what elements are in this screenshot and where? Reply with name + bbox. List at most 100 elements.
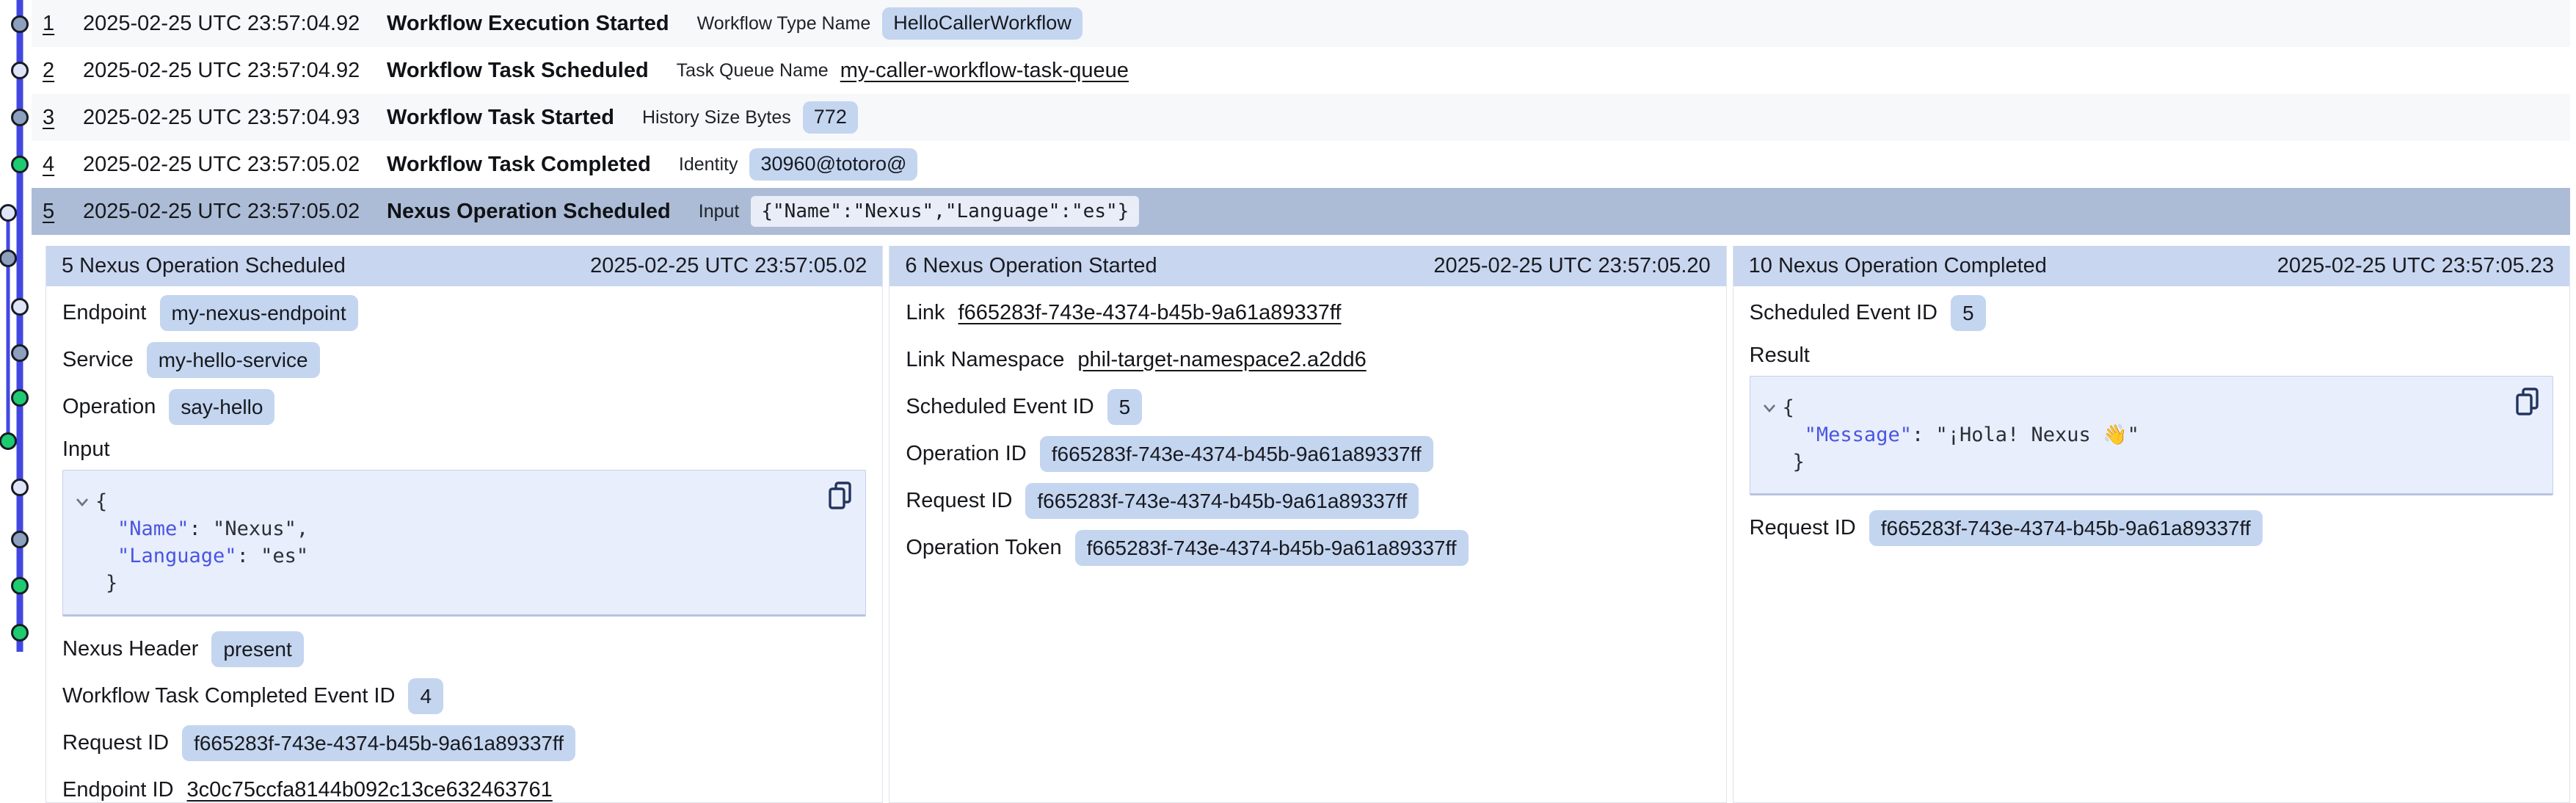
event-detail-panel: 10 Nexus Operation Completed2025-02-25 U… bbox=[1733, 246, 2570, 803]
json-key: "Name" bbox=[117, 517, 189, 540]
event-attribute-label: Input bbox=[699, 201, 740, 222]
panel-timestamp: 2025-02-25 UTC 23:57:05.02 bbox=[590, 254, 867, 278]
panel-field: Result {"Message": "¡Hola! Nexus 👋"} bbox=[1750, 336, 2553, 495]
timeline-event-node-completed[interactable] bbox=[12, 157, 28, 172]
chevron-down-icon[interactable] bbox=[1761, 401, 1778, 415]
event-name: Workflow Execution Started bbox=[387, 12, 669, 36]
event-attribute-label: Identity bbox=[679, 154, 738, 175]
panel-field-label: Result bbox=[1750, 344, 1810, 368]
json-entry-line: "Language": "es" bbox=[73, 542, 814, 570]
panel-field-label-row: Input bbox=[62, 430, 866, 468]
panel-field: Workflow Task Completed Event ID4 bbox=[62, 672, 866, 719]
panel-field-value-badge: my-nexus-endpoint bbox=[160, 295, 358, 331]
event-row[interactable]: 42025-02-25 UTC 23:57:05.02Workflow Task… bbox=[32, 141, 2570, 188]
panel-field: Request IDf665283f-743e-4374-b45b-9a61a8… bbox=[906, 477, 1709, 524]
json-entry-line: "Message": "¡Hola! Nexus 👋" bbox=[1761, 421, 2501, 448]
panel-field-label: Nexus Header bbox=[62, 637, 198, 661]
timeline-event-node-completed[interactable] bbox=[12, 390, 28, 406]
event-row[interactable]: 12025-02-25 UTC 23:57:04.92Workflow Exec… bbox=[32, 0, 2570, 47]
event-row[interactable]: 32025-02-25 UTC 23:57:04.93Workflow Task… bbox=[32, 94, 2570, 141]
event-name: Workflow Task Completed bbox=[387, 153, 651, 177]
timeline-event-node-neutral[interactable] bbox=[12, 346, 28, 361]
panel-field-value-badge: present bbox=[211, 631, 303, 667]
panel-field-label: Endpoint bbox=[62, 301, 147, 325]
panel-field-value-badge: my-hello-service bbox=[147, 342, 320, 378]
chevron-down-icon[interactable] bbox=[73, 495, 91, 509]
json-key: "Language" bbox=[117, 545, 237, 567]
panel-field-label: Operation bbox=[62, 395, 156, 419]
event-attribute-value-badge: 30960@totoro@ bbox=[749, 148, 917, 181]
json-close-brace: } bbox=[73, 570, 814, 597]
timeline-event-node-completed[interactable] bbox=[12, 625, 28, 641]
copy-icon[interactable] bbox=[827, 481, 854, 510]
event-timestamp: 2025-02-25 UTC 23:57:04.92 bbox=[83, 12, 387, 36]
panel-field: Request IDf665283f-743e-4374-b45b-9a61a8… bbox=[62, 719, 866, 766]
timeline-event-node-pending[interactable] bbox=[1, 206, 16, 221]
panel-field-value-badge: f665283f-743e-4374-b45b-9a61a89337ff bbox=[1075, 530, 1469, 566]
panel-field: Servicemy-hello-service bbox=[62, 336, 866, 383]
panel-field-label: Link Namespace bbox=[906, 348, 1064, 372]
panel-field: Linkf665283f-743e-4374-b45b-9a61a89337ff bbox=[906, 289, 1709, 336]
panel-field-value-badge: f665283f-743e-4374-b45b-9a61a89337ff bbox=[182, 725, 575, 761]
panel-field-value-badge: 5 bbox=[1951, 295, 1986, 331]
event-timestamp: 2025-02-25 UTC 23:57:05.02 bbox=[83, 200, 387, 224]
timeline-event-node-neutral[interactable] bbox=[12, 532, 28, 548]
event-attribute-label: Task Queue Name bbox=[677, 60, 829, 81]
panel-title: 5 Nexus Operation Scheduled bbox=[62, 254, 346, 278]
event-timestamp: 2025-02-25 UTC 23:57:04.92 bbox=[83, 59, 387, 83]
panel-field: Operation Tokenf665283f-743e-4374-b45b-9… bbox=[906, 524, 1709, 571]
panel-field: Nexus Header present bbox=[62, 625, 866, 672]
panel-field-value-link[interactable]: 3c0c75ccfa8144b092c13ce632463761 bbox=[187, 778, 553, 802]
panel-body: Endpoint my-nexus-endpoint Servicemy-hello… bbox=[46, 286, 882, 803]
event-id-link[interactable]: 4 bbox=[43, 153, 83, 177]
panel-field: Input {"Name": "Nexus","Language": "es"} bbox=[62, 430, 866, 617]
timeline-event-node-completed[interactable] bbox=[1, 434, 16, 449]
timeline-event-node-neutral[interactable] bbox=[12, 17, 28, 32]
panel-field-value-badge: 5 bbox=[1107, 389, 1143, 425]
panel-field: Scheduled Event ID 5 bbox=[906, 383, 1709, 430]
event-attribute-label: Workflow Type Name bbox=[697, 13, 871, 34]
event-id-link[interactable]: 3 bbox=[43, 106, 83, 130]
event-id-link[interactable]: 1 bbox=[43, 12, 83, 36]
event-row[interactable]: 52025-02-25 UTC 23:57:05.02Nexus Operati… bbox=[32, 188, 2570, 235]
event-detail-panels: 5 Nexus Operation Scheduled 2025-02-25 UT… bbox=[46, 246, 2570, 803]
json-open-brace: { bbox=[73, 488, 814, 515]
panel-timestamp: 2025-02-25 UTC 23:57:05.20 bbox=[1433, 254, 1710, 278]
panel-header: 10 Nexus Operation Completed2025-02-25 U… bbox=[1733, 246, 2569, 286]
timeline-event-node-neutral[interactable] bbox=[12, 110, 28, 126]
panel-header: 5 Nexus Operation Scheduled 2025-02-25 UT… bbox=[46, 246, 882, 286]
panel-field-label: Request ID bbox=[1750, 516, 1856, 540]
event-id-link[interactable]: 5 bbox=[43, 200, 83, 224]
json-viewer: {"Message": "¡Hola! Nexus 👋"} bbox=[1750, 376, 2553, 495]
panel-field-value-link[interactable]: phil-target-namespace2.a2dd6 bbox=[1077, 348, 1366, 372]
event-row[interactable]: 22025-02-25 UTC 23:57:04.92Workflow Task… bbox=[32, 47, 2570, 94]
panel-field-value-link[interactable]: f665283f-743e-4374-b45b-9a61a89337ff bbox=[958, 301, 1342, 325]
panel-field-label: Scheduled Event ID bbox=[906, 395, 1094, 419]
panel-header: 6 Nexus Operation Started 2025-02-25 UTC … bbox=[889, 246, 1725, 286]
event-name: Nexus Operation Scheduled bbox=[387, 200, 671, 224]
panel-field: Endpoint my-nexus-endpoint bbox=[62, 289, 866, 336]
panel-field-label: Input bbox=[62, 437, 110, 462]
panel-timestamp: 2025-02-25 UTC 23:57:05.23 bbox=[2277, 254, 2554, 278]
panel-body: Linkf665283f-743e-4374-b45b-9a61a89337ff… bbox=[889, 286, 1725, 571]
panel-field: Scheduled Event ID5 bbox=[1750, 289, 2553, 336]
panel-field-value-badge: 4 bbox=[408, 678, 443, 714]
timeline-event-node-pending[interactable] bbox=[12, 480, 28, 495]
panel-title: 6 Nexus Operation Started bbox=[905, 254, 1157, 278]
copy-icon[interactable] bbox=[2514, 387, 2541, 416]
panel-field-label: Request ID bbox=[906, 489, 1012, 513]
event-id-link[interactable]: 2 bbox=[43, 59, 83, 83]
timeline-event-node-pending[interactable] bbox=[12, 63, 28, 79]
panel-field-label-row: Result bbox=[1750, 336, 2553, 374]
json-close-brace: } bbox=[1761, 448, 2501, 476]
json-viewer: {"Name": "Nexus","Language": "es"} bbox=[62, 470, 866, 617]
timeline-event-node-pending[interactable] bbox=[12, 299, 28, 315]
timeline-event-node-completed[interactable] bbox=[12, 578, 28, 594]
timeline-event-node-neutral[interactable] bbox=[1, 251, 16, 266]
event-attribute-value-badge: HelloCallerWorkflow bbox=[882, 7, 1083, 40]
event-attribute-value-link[interactable]: my-caller-workflow-task-queue bbox=[840, 59, 1129, 83]
event-timestamp: 2025-02-25 UTC 23:57:05.02 bbox=[83, 153, 387, 177]
event-name: Workflow Task Scheduled bbox=[387, 59, 649, 83]
workflow-event-history-view: 12025-02-25 UTC 23:57:04.92Workflow Exec… bbox=[0, 0, 2576, 803]
event-detail-panel: 6 Nexus Operation Started 2025-02-25 UTC … bbox=[889, 246, 1726, 803]
